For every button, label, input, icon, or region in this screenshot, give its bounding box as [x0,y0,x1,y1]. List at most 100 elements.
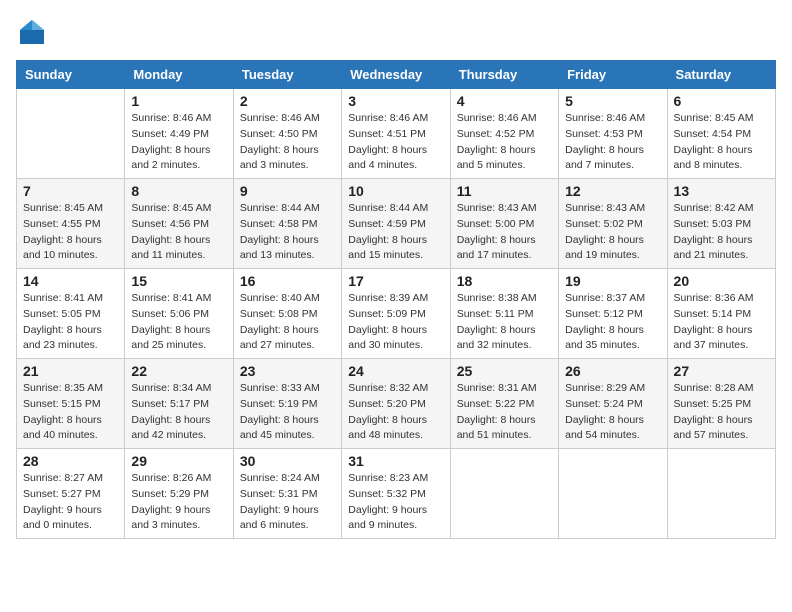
header-row: SundayMondayTuesdayWednesdayThursdayFrid… [17,61,776,89]
day-info: Sunrise: 8:35 AMSunset: 5:15 PMDaylight:… [23,381,118,444]
day-info: Sunrise: 8:34 AMSunset: 5:17 PMDaylight:… [131,381,226,444]
day-number: 8 [131,183,226,199]
logo-icon [16,16,48,48]
day-number: 3 [348,93,443,109]
calendar-cell: 7 Sunrise: 8:45 AMSunset: 4:55 PMDaylight… [17,179,125,269]
col-header-thursday: Thursday [450,61,558,89]
day-number: 24 [348,363,443,379]
day-number: 13 [674,183,769,199]
calendar-cell: 14 Sunrise: 8:41 AMSunset: 5:05 PMDayligh… [17,269,125,359]
day-info: Sunrise: 8:41 AMSunset: 5:05 PMDaylight:… [23,291,118,354]
calendar-cell: 30 Sunrise: 8:24 AMSunset: 5:31 PMDayligh… [233,449,341,539]
calendar-cell: 19 Sunrise: 8:37 AMSunset: 5:12 PMDayligh… [559,269,667,359]
calendar-week-row: 14 Sunrise: 8:41 AMSunset: 5:05 PMDayligh… [17,269,776,359]
calendar-cell: 24 Sunrise: 8:32 AMSunset: 5:20 PMDayligh… [342,359,450,449]
calendar-cell: 22Sunrise: 8:34 AMSunset: 5:17 PMDayligh… [125,359,233,449]
day-number: 23 [240,363,335,379]
col-header-friday: Friday [559,61,667,89]
day-info: Sunrise: 8:23 AMSunset: 5:32 PMDaylight:… [348,471,443,534]
day-info: Sunrise: 8:43 AMSunset: 5:00 PMDaylight:… [457,201,552,264]
calendar-cell: 31 Sunrise: 8:23 AMSunset: 5:32 PMDayligh… [342,449,450,539]
day-info: Sunrise: 8:32 AMSunset: 5:20 PMDaylight:… [348,381,443,444]
calendar-cell: 8 Sunrise: 8:45 AMSunset: 4:56 PMDaylight… [125,179,233,269]
day-info: Sunrise: 8:36 AMSunset: 5:14 PMDaylight:… [674,291,769,354]
calendar-cell: 10 Sunrise: 8:44 AMSunset: 4:59 PMDayligh… [342,179,450,269]
col-header-tuesday: Tuesday [233,61,341,89]
day-info: Sunrise: 8:45 AMSunset: 4:56 PMDaylight:… [131,201,226,264]
calendar-cell: 5 Sunrise: 8:46 AMSunset: 4:53 PMDaylight… [559,89,667,179]
logo [16,16,52,48]
calendar-week-row: 7 Sunrise: 8:45 AMSunset: 4:55 PMDaylight… [17,179,776,269]
day-info: Sunrise: 8:46 AMSunset: 4:52 PMDaylight:… [457,111,552,174]
day-info: Sunrise: 8:24 AMSunset: 5:31 PMDaylight:… [240,471,335,534]
calendar-cell [450,449,558,539]
calendar-cell: 13 Sunrise: 8:42 AMSunset: 5:03 PMDayligh… [667,179,775,269]
day-info: Sunrise: 8:46 AMSunset: 4:49 PMDaylight:… [131,111,226,174]
day-info: Sunrise: 8:42 AMSunset: 5:03 PMDaylight:… [674,201,769,264]
day-number: 16 [240,273,335,289]
day-number: 31 [348,453,443,469]
col-header-monday: Monday [125,61,233,89]
calendar-cell: 25 Sunrise: 8:31 AMSunset: 5:22 PMDayligh… [450,359,558,449]
calendar-cell: 18 Sunrise: 8:38 AMSunset: 5:11 PMDayligh… [450,269,558,359]
calendar-cell: 4 Sunrise: 8:46 AMSunset: 4:52 PMDaylight… [450,89,558,179]
calendar-cell: 27Sunrise: 8:28 AMSunset: 5:25 PMDayligh… [667,359,775,449]
calendar-cell: 21 Sunrise: 8:35 AMSunset: 5:15 PMDayligh… [17,359,125,449]
day-number: 5 [565,93,660,109]
day-info: Sunrise: 8:40 AMSunset: 5:08 PMDaylight:… [240,291,335,354]
day-number: 6 [674,93,769,109]
day-info: Sunrise: 8:44 AMSunset: 4:58 PMDaylight:… [240,201,335,264]
calendar-cell: 11 Sunrise: 8:43 AMSunset: 5:00 PMDayligh… [450,179,558,269]
calendar-cell [667,449,775,539]
day-number: 18 [457,273,552,289]
header [16,16,776,48]
calendar-cell: 20 Sunrise: 8:36 AMSunset: 5:14 PMDayligh… [667,269,775,359]
calendar-cell: 1 Sunrise: 8:46 AMSunset: 4:49 PMDaylight… [125,89,233,179]
day-number: 4 [457,93,552,109]
day-info: Sunrise: 8:27 AMSunset: 5:27 PMDaylight:… [23,471,118,534]
day-number: 10 [348,183,443,199]
day-number: 21 [23,363,118,379]
col-header-saturday: Saturday [667,61,775,89]
day-number: 25 [457,363,552,379]
calendar-cell: 29Sunrise: 8:26 AMSunset: 5:29 PMDayligh… [125,449,233,539]
day-number: 11 [457,183,552,199]
day-number: 17 [348,273,443,289]
calendar-week-row: 21 Sunrise: 8:35 AMSunset: 5:15 PMDayligh… [17,359,776,449]
calendar-week-row: 1 Sunrise: 8:46 AMSunset: 4:49 PMDaylight… [17,89,776,179]
day-number: 28 [23,453,118,469]
day-info: Sunrise: 8:46 AMSunset: 4:51 PMDaylight:… [348,111,443,174]
day-info: Sunrise: 8:31 AMSunset: 5:22 PMDaylight:… [457,381,552,444]
day-info: Sunrise: 8:46 AMSunset: 4:50 PMDaylight:… [240,111,335,174]
col-header-sunday: Sunday [17,61,125,89]
day-number: 26 [565,363,660,379]
calendar-table: SundayMondayTuesdayWednesdayThursdayFrid… [16,60,776,539]
day-info: Sunrise: 8:45 AMSunset: 4:55 PMDaylight:… [23,201,118,264]
calendar-cell: 12Sunrise: 8:43 AMSunset: 5:02 PMDayligh… [559,179,667,269]
calendar-cell: 2 Sunrise: 8:46 AMSunset: 4:50 PMDaylight… [233,89,341,179]
day-number: 30 [240,453,335,469]
calendar-cell: 16 Sunrise: 8:40 AMSunset: 5:08 PMDayligh… [233,269,341,359]
calendar-cell: 23Sunrise: 8:33 AMSunset: 5:19 PMDayligh… [233,359,341,449]
day-number: 2 [240,93,335,109]
col-header-wednesday: Wednesday [342,61,450,89]
day-number: 1 [131,93,226,109]
day-number: 27 [674,363,769,379]
calendar-cell: 17Sunrise: 8:39 AMSunset: 5:09 PMDayligh… [342,269,450,359]
day-number: 20 [674,273,769,289]
day-number: 12 [565,183,660,199]
calendar-cell [559,449,667,539]
calendar-cell [17,89,125,179]
day-number: 14 [23,273,118,289]
day-info: Sunrise: 8:29 AMSunset: 5:24 PMDaylight:… [565,381,660,444]
day-info: Sunrise: 8:46 AMSunset: 4:53 PMDaylight:… [565,111,660,174]
day-info: Sunrise: 8:38 AMSunset: 5:11 PMDaylight:… [457,291,552,354]
day-info: Sunrise: 8:37 AMSunset: 5:12 PMDaylight:… [565,291,660,354]
day-number: 19 [565,273,660,289]
day-number: 15 [131,273,226,289]
calendar-cell: 3 Sunrise: 8:46 AMSunset: 4:51 PMDaylight… [342,89,450,179]
day-number: 7 [23,183,118,199]
calendar-cell: 6Sunrise: 8:45 AMSunset: 4:54 PMDaylight… [667,89,775,179]
day-info: Sunrise: 8:44 AMSunset: 4:59 PMDaylight:… [348,201,443,264]
day-number: 29 [131,453,226,469]
